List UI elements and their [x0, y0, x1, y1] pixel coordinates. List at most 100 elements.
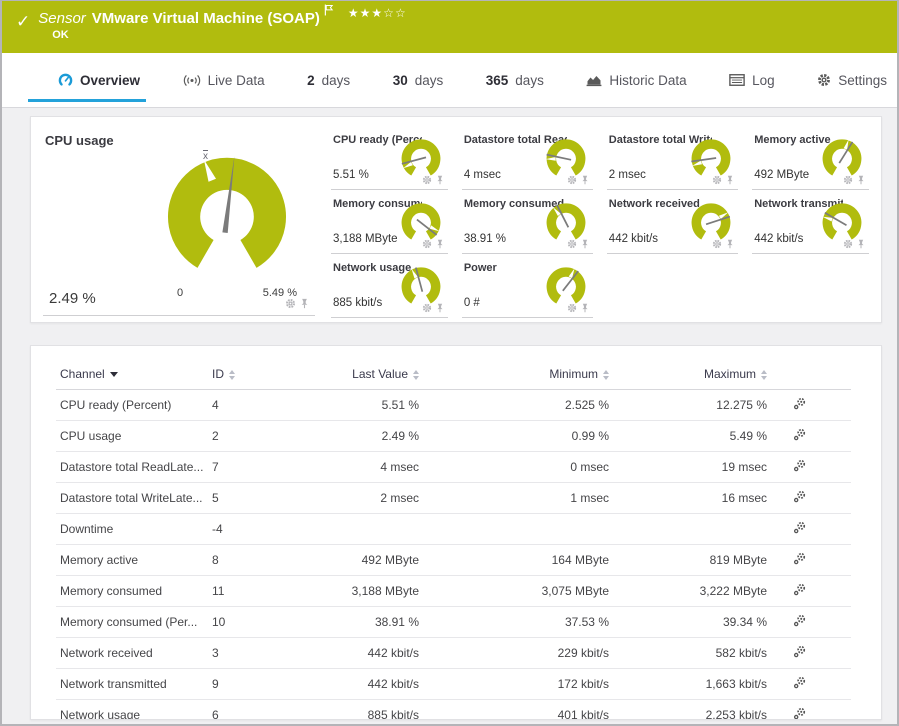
gauge-tile-value: 5.51 % [333, 169, 369, 181]
row-actions-cell [771, 451, 851, 483]
row-actions-cell [771, 420, 851, 452]
tile-actions [843, 175, 865, 185]
minimum-cell: 229 kbit/s [423, 637, 613, 669]
pin-icon[interactable] [857, 239, 865, 249]
channel-id-cell: 6 [208, 699, 303, 719]
tab-overview[interactable]: Overview [27, 53, 147, 107]
channel-id-cell: 5 [208, 482, 303, 514]
channel-settings-icon[interactable] [793, 552, 807, 565]
gauge-settings-gear-icon[interactable] [843, 239, 853, 249]
gauge-settings-gear-icon[interactable] [567, 239, 577, 249]
sort-toggle-icon [761, 369, 767, 380]
row-actions-cell [771, 699, 851, 719]
gauge-chart [545, 139, 586, 176]
channel-name-cell: Memory active [56, 544, 208, 576]
channel-settings-icon[interactable] [793, 614, 807, 627]
channel-settings-icon[interactable] [793, 521, 807, 534]
gauge-settings-gear-icon[interactable] [422, 175, 432, 185]
overview-content: CPU usage x 0 5.49 % 2.49 % CPU ready (P… [2, 108, 897, 724]
channel-id-cell: 2 [208, 420, 303, 452]
tab-historic-data[interactable]: Historic Data [584, 53, 688, 107]
pin-icon[interactable] [726, 239, 734, 249]
gauge-settings-gear-icon[interactable] [422, 303, 432, 313]
gauge-tile-value: 442 kbit/s [754, 233, 804, 245]
channel-settings-icon[interactable] [793, 583, 807, 596]
channel-name-cell: Network transmitted [56, 668, 208, 700]
tile-actions [422, 175, 444, 185]
maximum-cell: 12.275 % [613, 389, 771, 421]
pin-icon[interactable] [726, 175, 734, 185]
tile-actions [285, 298, 309, 309]
column-header-minimum[interactable]: Minimum [423, 358, 613, 390]
main-gauge-title: CPU usage [45, 133, 114, 148]
gauge-settings-gear-icon[interactable] [712, 239, 722, 249]
last-value-cell: 3,188 MByte [303, 575, 423, 607]
log-icon [729, 74, 745, 86]
channel-id-cell: 7 [208, 451, 303, 483]
gauge-settings-gear-icon[interactable] [422, 239, 432, 249]
last-value-cell: 885 kbit/s [303, 699, 423, 719]
gauge-settings-gear-icon[interactable] [285, 298, 296, 309]
pin-icon[interactable] [436, 303, 444, 313]
gauge-tile-value: 885 kbit/s [333, 297, 383, 309]
main-gauge-value: 2.49 % [49, 290, 96, 307]
channel-settings-icon[interactable] [793, 459, 807, 472]
gauge-settings-gear-icon[interactable] [567, 303, 577, 313]
pin-icon[interactable] [581, 175, 589, 185]
table-row: CPU ready (Percent) 4 5.51 % 2.525 % 12.… [56, 389, 851, 421]
column-header-maximum[interactable]: Maximum [613, 358, 771, 390]
tab-30-days[interactable]: 30 days [391, 53, 446, 107]
gauge-chart [546, 267, 586, 304]
tile-actions [422, 239, 444, 249]
tile-actions [712, 175, 734, 185]
sort-toggle-icon [413, 369, 419, 380]
minimum-cell: 172 kbit/s [423, 668, 613, 700]
tab-2-days[interactable]: 2 days [305, 53, 352, 107]
column-header-last-value[interactable]: Last Value [303, 358, 423, 390]
pin-icon[interactable] [581, 303, 589, 313]
tile-actions [843, 239, 865, 249]
column-header-channel[interactable]: Channel [56, 358, 208, 390]
channel-settings-icon[interactable] [793, 645, 807, 658]
gauge-chart [822, 203, 862, 240]
channel-settings-icon[interactable] [793, 397, 807, 410]
column-label: Channel [60, 367, 105, 381]
gauge-settings-gear-icon[interactable] [567, 175, 577, 185]
pin-icon[interactable] [857, 175, 865, 185]
channel-settings-icon[interactable] [793, 707, 807, 719]
gauge-settings-gear-icon[interactable] [843, 175, 853, 185]
minimum-cell: 37.53 % [423, 606, 613, 638]
tab-365-days[interactable]: 365 days [484, 53, 546, 107]
gauge-icon [58, 73, 73, 88]
last-value-cell: 5.51 % [303, 389, 423, 421]
column-label: Maximum [703, 367, 756, 381]
tab-live-data[interactable]: Live Data [181, 53, 267, 107]
channel-id-cell: 10 [208, 606, 303, 638]
channel-table-panel: Channel ID Last Value Minimum Maximum CPU re… [30, 345, 882, 720]
pin-icon[interactable] [581, 239, 589, 249]
sensor-header: ✓ Sensor VMware Virtual Machine (SOAP) ★… [2, 1, 897, 53]
channel-id-cell: 8 [208, 544, 303, 576]
table-row: Network transmitted 9 442 kbit/s 172 kbi… [56, 668, 851, 700]
minimum-cell: 164 MByte [423, 544, 613, 576]
pin-icon[interactable] [436, 175, 444, 185]
sensor-title: VMware Virtual Machine (SOAP) [91, 9, 320, 27]
gauge-tile: Memory consumed (P... 38.91 % [461, 191, 593, 254]
pin-icon[interactable] [300, 298, 309, 309]
column-header-id[interactable]: ID [208, 358, 303, 390]
channel-settings-icon[interactable] [793, 428, 807, 441]
channel-settings-icon[interactable] [793, 676, 807, 689]
minimum-cell: 401 kbit/s [423, 699, 613, 719]
tab-settings[interactable]: Settings [815, 53, 889, 107]
channel-name-cell: Downtime [56, 513, 208, 545]
cpu-usage-gauge-tile: CPU usage x 0 5.49 % 2.49 % [43, 127, 315, 316]
priority-stars[interactable]: ★★★☆☆ [348, 6, 407, 20]
tab-log[interactable]: Log [727, 53, 777, 107]
channel-settings-icon[interactable] [793, 490, 807, 503]
maximum-cell: 39.34 % [613, 606, 771, 638]
channel-table: Channel ID Last Value Minimum Maximum CPU re… [56, 358, 851, 719]
gauge-settings-gear-icon[interactable] [712, 175, 722, 185]
flag-icon[interactable] [324, 3, 334, 21]
pin-icon[interactable] [436, 239, 444, 249]
table-header-row: Channel ID Last Value Minimum Maximum [56, 358, 851, 390]
